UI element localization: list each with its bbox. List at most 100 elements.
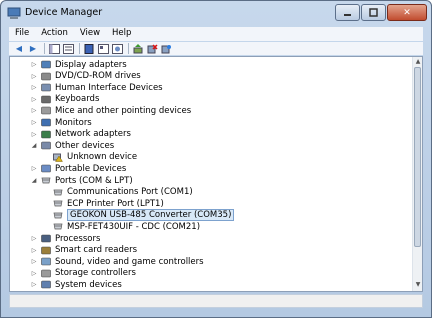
hid-icon (41, 83, 51, 92)
tree-item-label: Unknown device (67, 152, 138, 163)
tree-item-label: Portable Devices (55, 163, 127, 174)
expand-arrow-icon[interactable]: ▷ (30, 280, 38, 289)
monitor-icon (41, 118, 51, 127)
device-tree: ▷ Display adapters ▷ DVD/CD-ROM drives ▷ Huma… (10, 57, 413, 291)
tree-item-label: Sound, video and game controllers (55, 256, 204, 267)
tree-item[interactable]: ▷ DVD/CD-ROM drives (30, 71, 141, 82)
scan-hardware-icon[interactable] (111, 43, 123, 54)
tree-item-label: Communications Port (COM1) (67, 187, 193, 198)
menu-view[interactable]: View (74, 27, 106, 41)
expand-arrow-icon[interactable]: ▷ (30, 118, 38, 127)
tree-item[interactable]: ▷ Network adapters (30, 129, 131, 140)
tree-item-label: Smart card readers (55, 245, 138, 256)
close-button[interactable]: ✕ (387, 4, 427, 21)
network-adapter-icon (41, 130, 51, 138)
expand-arrow-icon[interactable]: ▷ (30, 269, 38, 278)
tree-item[interactable]: ◢ Other devices (30, 140, 115, 151)
expand-arrow-icon[interactable]: ▷ (30, 95, 38, 104)
collapse-arrow-icon[interactable]: ◢ (30, 141, 38, 150)
console-tree-icon[interactable] (48, 43, 60, 54)
maximize-button[interactable] (361, 4, 386, 21)
expand-arrow-icon[interactable]: ▷ (30, 130, 38, 139)
tree-item[interactable]: GEOKON USB-485 Converter (COM35) (42, 209, 235, 222)
expand-arrow-icon[interactable]: ▷ (30, 83, 38, 92)
tree-item-label: DVD/CD-ROM drives (55, 71, 141, 82)
tree-item[interactable]: ▷ Processors (30, 233, 101, 244)
tree-item[interactable]: ECP Printer Port (LPT1) (42, 198, 164, 209)
tree-item[interactable]: ▷ Portable Devices (30, 163, 127, 174)
uninstall-icon[interactable] (146, 43, 158, 54)
vertical-scrollbar[interactable]: ▲ ▼ (412, 57, 422, 291)
minimize-button[interactable] (335, 4, 360, 21)
tree-item-label: Keyboards (55, 94, 100, 105)
forward-icon[interactable]: ▶ (27, 43, 39, 54)
other-devices-icon (41, 141, 51, 150)
expand-arrow-icon[interactable]: ▷ (30, 234, 38, 243)
tree-item-label: Display adapters (55, 59, 127, 70)
tree-item-label: Other devices (55, 140, 115, 151)
tree-item[interactable]: ▷ Display adapters (30, 59, 127, 70)
tree-item[interactable]: Unknown device (42, 152, 137, 163)
tree-item-label: Human Interface Devices (55, 82, 163, 93)
window-title: Device Manager (25, 7, 103, 18)
title-bar[interactable]: Device Manager ✕ (1, 1, 431, 25)
processor-icon (41, 234, 51, 243)
expand-arrow-icon[interactable]: ▷ (30, 246, 38, 255)
tree-item[interactable]: Communications Port (COM1) (42, 187, 193, 198)
enable-device-icon[interactable] (160, 43, 172, 54)
dvd-drive-icon (41, 72, 51, 80)
tree-item-label: ECP Printer Port (LPT1) (67, 198, 164, 209)
tree-item[interactable]: ◢ Ports (COM & LPT) (30, 175, 133, 186)
tree-item-label: Mice and other pointing devices (55, 105, 192, 116)
collapse-arrow-icon[interactable]: ◢ (30, 176, 38, 185)
tree-item[interactable]: ▷ Human Interface Devices (30, 82, 163, 93)
tree-item[interactable]: ▷ Mice and other pointing devices (30, 105, 192, 116)
expand-arrow-icon[interactable]: ▷ (30, 106, 38, 115)
scroll-thumb[interactable] (414, 67, 421, 247)
sound-icon (41, 257, 51, 266)
tree-item-label: Ports (COM & LPT) (55, 175, 133, 186)
tree-item-label: MSP-FET430UIF - CDC (COM21) (67, 221, 201, 232)
properties-icon[interactable] (62, 43, 74, 54)
tree-item-label: Processors (55, 233, 101, 244)
scroll-up-icon[interactable]: ▲ (414, 58, 422, 66)
device-manager-window: Device Manager ✕ File Action View Help ◀… (0, 0, 432, 318)
keyboard-icon (41, 95, 51, 104)
scroll-down-icon[interactable]: ▼ (414, 281, 422, 289)
expand-arrow-icon[interactable]: ▷ (30, 164, 38, 173)
tree-item[interactable]: MSP-FET430UIF - CDC (COM21) (42, 221, 200, 232)
expand-arrow-icon[interactable]: ▷ (30, 60, 38, 69)
view-icon[interactable] (97, 43, 109, 54)
port-icon (53, 200, 63, 207)
tree-item-label: GEOKON USB-485 Converter (COM35) (67, 209, 235, 222)
back-icon[interactable]: ◀ (13, 43, 25, 54)
port-icon (53, 189, 63, 195)
expand-arrow-icon[interactable]: ▷ (30, 257, 38, 266)
ports-icon (41, 177, 51, 184)
close-icon: ✕ (403, 7, 411, 18)
tree-item[interactable]: ▷ Monitors (30, 117, 92, 128)
expand-arrow-icon[interactable]: ▷ (30, 72, 38, 81)
portable-devices-icon (41, 165, 51, 173)
smart-card-reader-icon (41, 246, 51, 254)
system-devices-icon (41, 281, 51, 289)
tree-item[interactable]: ▷ Storage controllers (30, 268, 136, 279)
menu-bar: File Action View Help (9, 27, 423, 41)
tree-item[interactable]: ▷ Keyboards (30, 94, 100, 105)
toolbar: ◀ ▶ (9, 42, 423, 55)
toolbar-separator (44, 43, 45, 54)
menu-action[interactable]: Action (35, 27, 74, 41)
device-manager-icon (7, 7, 21, 19)
tree-item[interactable]: ▷ Smart card readers (30, 245, 137, 256)
menu-help[interactable]: Help (106, 27, 137, 41)
help-book-icon[interactable] (83, 43, 95, 54)
tree-item-label: Monitors (55, 117, 92, 128)
update-driver-icon[interactable] (132, 43, 144, 54)
display-adapter-icon (41, 60, 51, 69)
toolbar-separator (79, 43, 80, 54)
tree-item[interactable]: ▷ Sound, video and game controllers (30, 256, 204, 267)
menu-file[interactable]: File (9, 27, 35, 41)
tree-item[interactable]: ▷ System devices (30, 279, 122, 290)
